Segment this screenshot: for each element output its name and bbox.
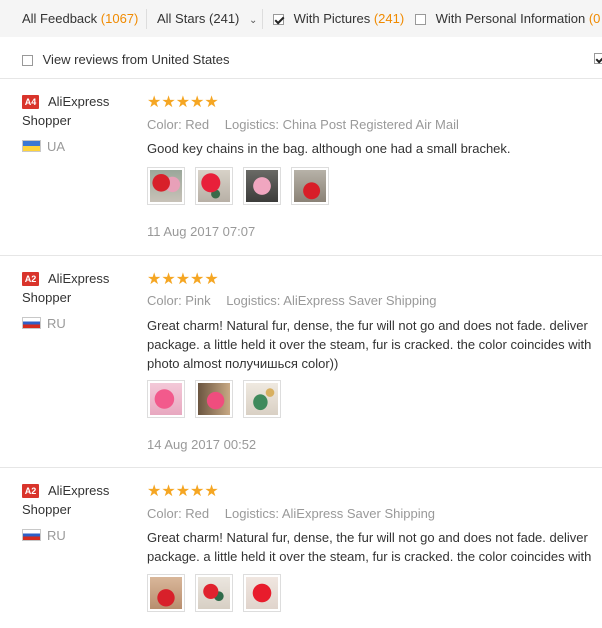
review-photo-thumbnail[interactable] (147, 574, 185, 612)
review-photo-thumbnail[interactable] (243, 574, 281, 612)
review-text-line: Great charm! Natural fur, dense, the fur… (147, 530, 588, 545)
review-meta: Color: Pink Logistics: AliExpress Saver … (147, 293, 436, 308)
review-photo-thumbnail[interactable] (291, 167, 329, 205)
translate-checkbox[interactable] (594, 53, 602, 64)
logistics-method: Logistics: China Post Registered Air Mai… (224, 117, 459, 132)
filter-divider (262, 9, 263, 29)
review-photo-thumbnail[interactable] (195, 167, 233, 205)
review-meta: Color: Red Logistics: AliExpress Saver S… (147, 506, 435, 521)
review-text: Great charm! Natural fur, dense, the fur… (147, 528, 602, 566)
review-text-line: package. a little held it over the steam… (147, 549, 592, 564)
review-text: Great charm! Natural fur, dense, the fur… (147, 316, 602, 373)
reviewer-country: RU (47, 528, 66, 543)
with-pictures-filter[interactable]: With Pictures (241) (273, 11, 404, 26)
logistics-method: Logistics: AliExpress Saver Shipping (226, 293, 437, 308)
ru-flag-icon (22, 317, 41, 329)
star-rating: ★★★★★ (147, 483, 219, 500)
ru-flag-icon (22, 529, 41, 541)
with-pictures-checkbox[interactable] (273, 14, 284, 25)
with-personal-info-count: (0 (588, 11, 601, 26)
review-photo-thumbnail[interactable] (195, 380, 233, 418)
review-text-line: Good key chains in the bag. although one… (147, 141, 511, 156)
reviewer-name: AliExpress Shopper (22, 483, 110, 517)
review-meta: Color: Red Logistics: China Post Registe… (147, 117, 459, 132)
review-text-line: Great charm! Natural fur, dense, the fur… (147, 318, 588, 333)
view-us-reviews-filter[interactable]: View reviews from United States (22, 52, 230, 67)
reviewer-name: AliExpress Shopper (22, 94, 110, 128)
product-color: Color: Red (147, 506, 210, 521)
review-photo-thumbnail[interactable] (243, 380, 281, 418)
all-feedback-filter[interactable]: All Feedback (1067) (22, 11, 138, 26)
all-stars-dropdown[interactable]: All Stars (241) ⌄ (157, 11, 257, 26)
product-color: Color: Red (147, 117, 210, 132)
with-personal-info-label: With Personal Information (435, 11, 586, 26)
with-pictures-count: (241) (373, 11, 405, 26)
review-text-line: photo almost получишься color)) (147, 356, 339, 371)
review-date: 11 Aug 2017 07:07 (147, 224, 256, 239)
review-item: A2 AliExpress Shopper RU ★★★★★ Color: Re… (0, 468, 602, 628)
review-photo-thumbnail[interactable] (147, 167, 185, 205)
with-pictures-label: With Pictures (293, 11, 371, 26)
with-personal-info-filter[interactable]: With Personal Information (0 (415, 11, 600, 26)
review-item: A4 AliExpress Shopper UA ★★★★★ Color: Re… (0, 79, 602, 256)
all-stars-count: (241) (209, 11, 240, 26)
review-text-line: package. a little held it over the steam… (147, 337, 592, 352)
view-us-reviews-checkbox[interactable] (22, 55, 33, 66)
with-personal-info-checkbox[interactable] (415, 14, 426, 25)
all-feedback-count: (1067) (100, 11, 139, 26)
all-feedback-label: All Feedback (22, 11, 98, 26)
review-photo-thumbnail[interactable] (195, 574, 233, 612)
logistics-method: Logistics: AliExpress Saver Shipping (224, 506, 436, 521)
review-date: 14 Aug 2017 00:52 (147, 437, 257, 452)
filter-divider (146, 9, 147, 29)
star-rating: ★★★★★ (147, 271, 219, 288)
review-photo-thumbnail[interactable] (243, 167, 281, 205)
ua-flag-icon (22, 140, 41, 152)
all-stars-label: All Stars (157, 11, 206, 26)
reviewer-country: RU (47, 316, 66, 331)
product-color: Color: Pink (147, 293, 211, 308)
filter-bar: All Feedback (1067) All Stars (241) ⌄ Wi… (0, 0, 602, 37)
review-photo-thumbnail[interactable] (147, 380, 185, 418)
star-rating: ★★★★★ (147, 94, 219, 111)
reviewer-country: UA (47, 139, 66, 154)
view-us-reviews-row: View reviews from United States (0, 40, 602, 79)
review-item: A2 AliExpress Shopper RU ★★★★★ Color: Pi… (0, 256, 602, 468)
reviewer-name: AliExpress Shopper (22, 271, 110, 305)
chevron-down-icon: ⌄ (249, 15, 258, 26)
review-text: Good key chains in the bag. although one… (147, 139, 602, 158)
view-us-reviews-label: View reviews from United States (42, 52, 230, 67)
